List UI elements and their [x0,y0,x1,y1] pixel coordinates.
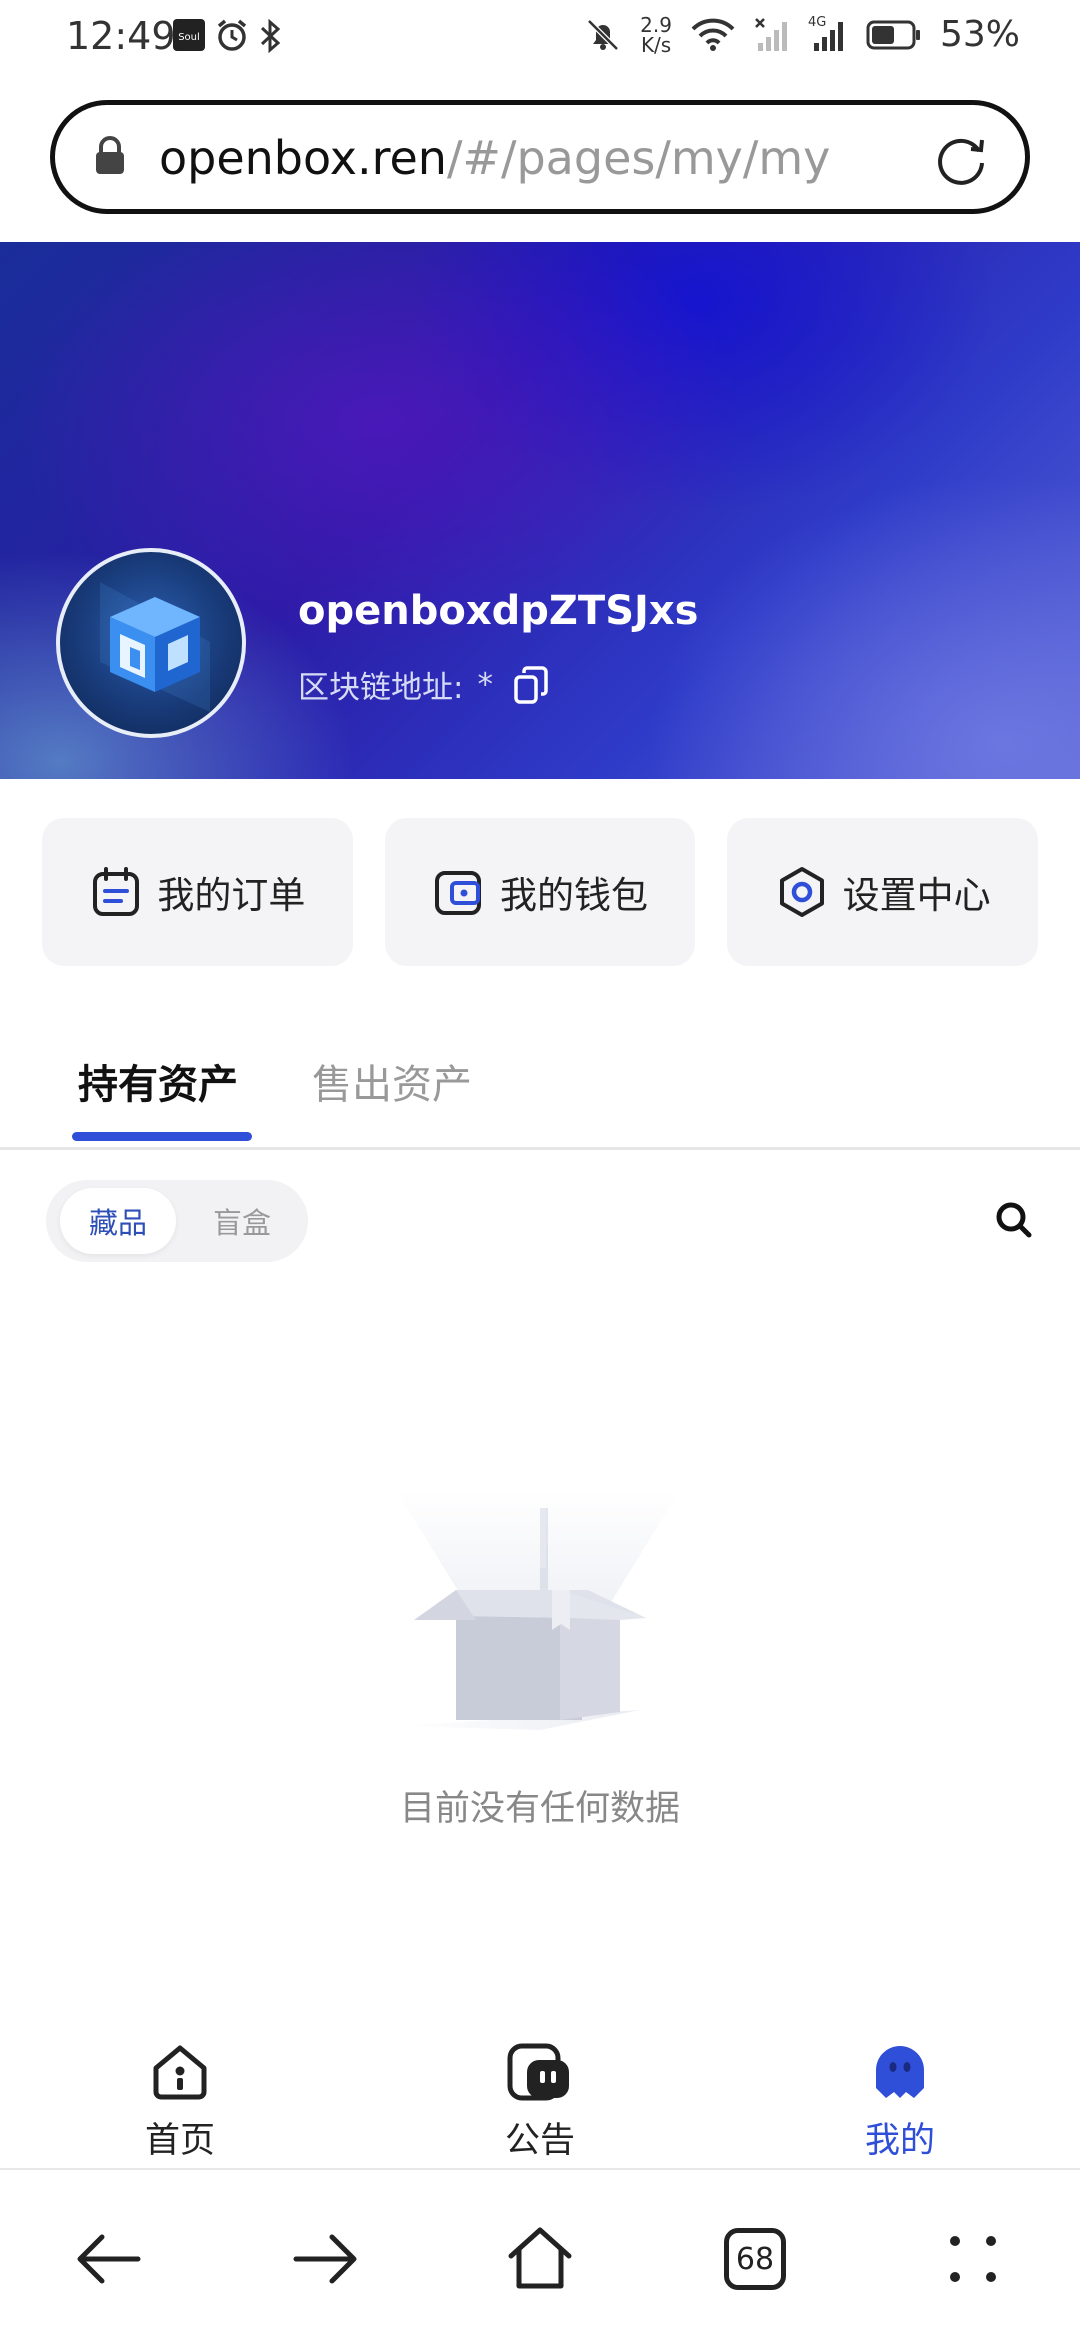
quick-actions: 我的订单 我的钱包 设置中心 [42,818,1039,966]
copy-icon[interactable] [513,665,549,705]
tab-active-indicator [72,1132,252,1141]
soul-app-icon: Soul [173,19,205,51]
nav-mine-label: 我的 [864,2121,935,2161]
battery-icon [866,20,920,49]
alarm-icon [217,19,247,51]
net-speed: 2.9 K/s [640,15,672,55]
browser-back-button[interactable] [64,2214,154,2304]
tab-held-assets[interactable]: 持有资产 [78,1052,238,1110]
username: openboxdpZTSJxs [298,588,699,634]
tab-count: 68 [724,2228,786,2290]
profile-icon [876,2046,924,2098]
asset-tabs: 持有资产 售出资产 [0,1010,1080,1150]
lock-icon[interactable] [93,135,127,177]
settings-icon [779,867,824,917]
net-speed-value: 2.9 [640,12,672,37]
segment-collectibles[interactable]: 藏品 [60,1188,176,1254]
nav-announcements-label: 公告 [504,2121,575,2161]
house-icon [508,2227,572,2289]
chain-address: 区块链地址: * [298,662,549,707]
svg-text:Soul: Soul [178,32,200,43]
nav-announcements[interactable]: 公告 [450,2040,630,2163]
arrow-left-icon [77,2234,141,2284]
url-host: openbox.ren [159,131,447,185]
settings-center-label: 设置中心 [842,874,991,917]
chain-address-value: * [477,666,493,703]
empty-box-illustration [396,1490,680,1730]
nav-mine[interactable]: 我的 [810,2040,990,2163]
chain-address-label: 区块链地址: [298,670,464,706]
nav-home-label: 首页 [144,2121,215,2161]
nav-home[interactable]: 首页 [90,2040,270,2163]
mute-bell-icon [587,18,619,51]
status-bar: 12:49 Soul 2.9 K/s 4G 53% [0,0,1080,80]
asset-type-segment: 藏品 盲盒 [46,1180,308,1262]
reload-icon[interactable] [931,129,991,189]
announcement-icon [507,2043,569,2101]
battery-percent: 53% [939,14,1020,55]
signal-type-label: 4G [807,14,827,30]
settings-center-button[interactable]: 设置中心 [727,818,1039,966]
arrow-right-icon [293,2234,357,2284]
status-time: 12:49 [66,14,176,58]
browser-forward-button[interactable] [280,2214,370,2304]
app-bottom-nav: 首页 公告 我的 [0,2020,1080,2170]
url-text[interactable]: openbox.ren/#/pages/my/my [159,131,830,185]
my-wallet-label: 我的钱包 [500,874,648,917]
order-icon [93,867,140,916]
signal-sim1-icon [755,17,787,51]
browser-home-button[interactable] [495,2214,585,2304]
avatar[interactable] [56,548,246,738]
my-orders-button[interactable]: 我的订单 [42,818,353,966]
search-icon[interactable] [994,1200,1034,1240]
status-right-cluster: 2.9 K/s 4G 53% [584,14,1020,55]
tab-sold-assets[interactable]: 售出资产 [312,1052,472,1110]
empty-state-message: 目前没有任何数据 [399,1789,680,1829]
browser-bottom-bar: 68 [0,2172,1080,2340]
my-wallet-button[interactable]: 我的钱包 [384,818,696,966]
browser-menu-button[interactable] [928,2214,1018,2304]
wallet-icon [435,871,481,915]
address-bar[interactable]: openbox.ren/#/pages/my/my [50,100,1030,214]
signal-sim2: 4G [807,14,848,53]
browser-tabs-button[interactable]: 68 [710,2214,800,2304]
cube-logo-icon [100,582,210,712]
my-orders-label: 我的订单 [157,874,306,917]
home-icon [153,2045,207,2100]
profile-banner: openboxdpZTSJxs 区块链地址: * [0,242,1080,779]
bluetooth-icon [260,18,281,54]
net-speed-unit: K/s [640,32,672,57]
wifi-icon [691,18,735,51]
url-path: /#/pages/my/my [446,131,831,185]
menu-dots-icon [950,2236,996,2282]
segment-blind-box[interactable]: 盲盒 [192,1188,292,1254]
